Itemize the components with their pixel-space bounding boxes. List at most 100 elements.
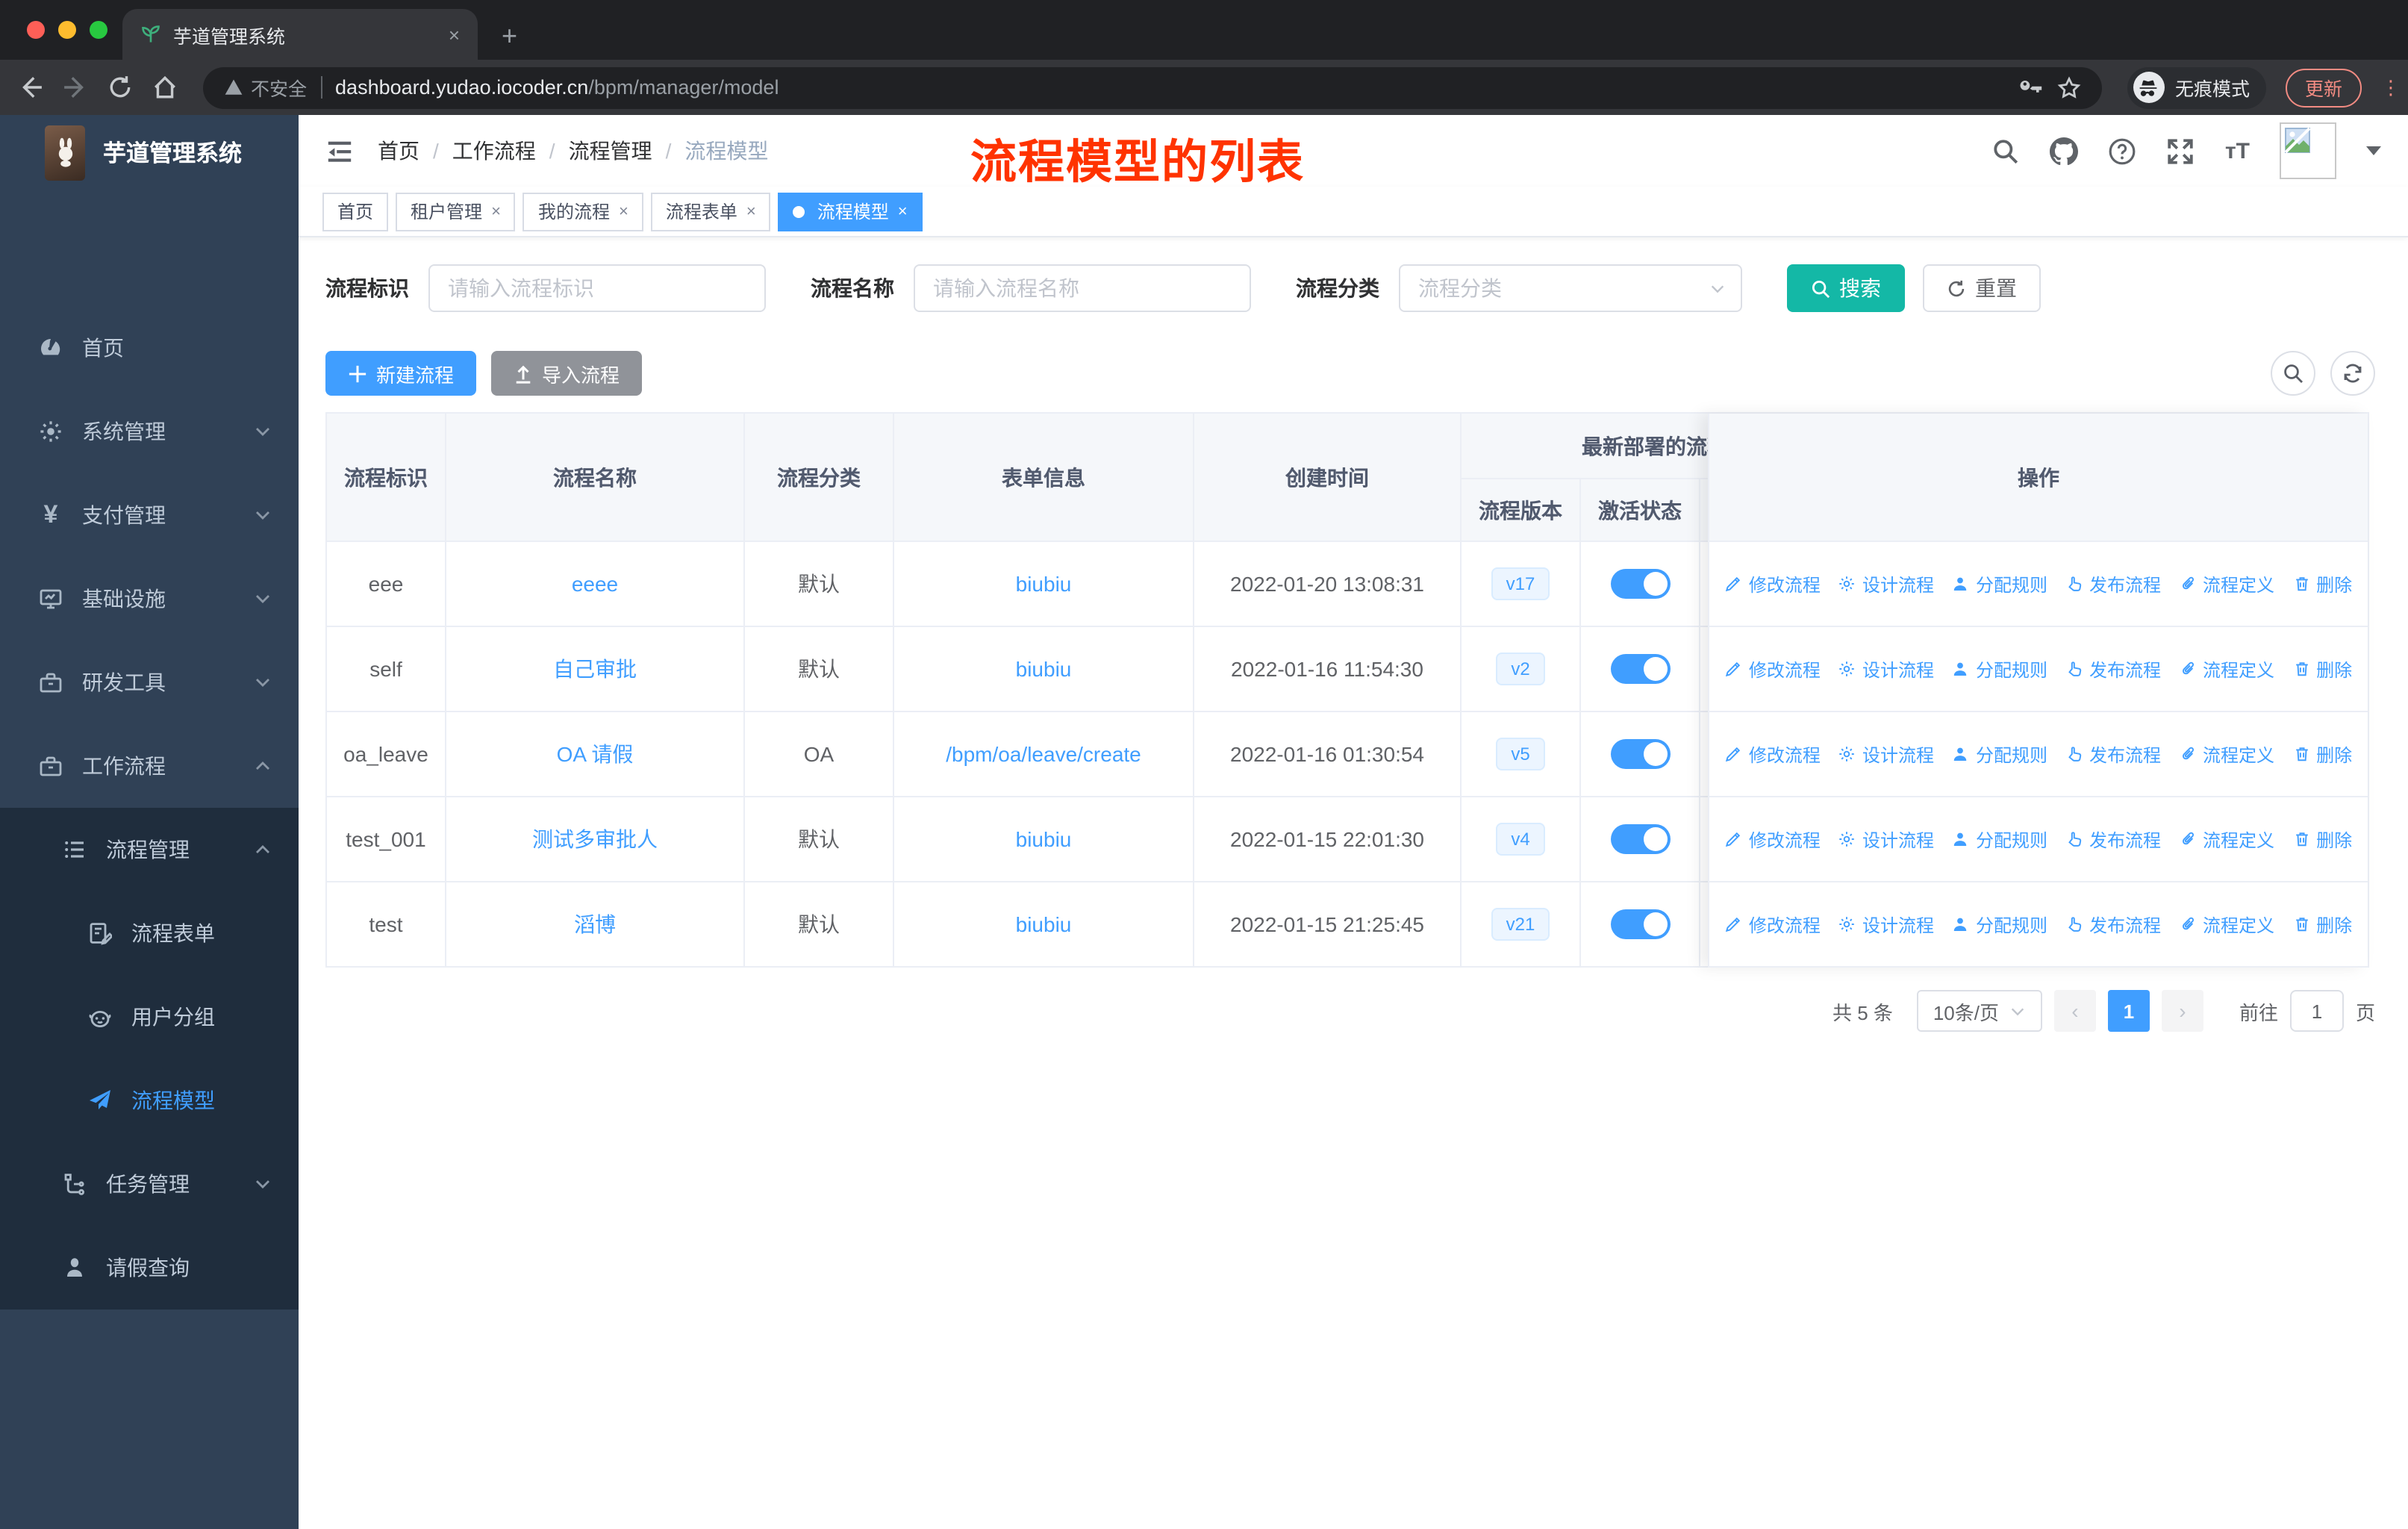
assign-rule-link[interactable]: 分配规则 (1952, 571, 2047, 597)
publish-process-link[interactable]: 发布流程 (2065, 826, 2161, 852)
close-window-button[interactable] (27, 21, 45, 39)
design-process-link[interactable]: 设计流程 (1838, 656, 1934, 682)
tag-process-model[interactable]: 流程模型 × (778, 192, 923, 231)
version-tag[interactable]: v5 (1496, 738, 1545, 770)
design-process-link[interactable]: 设计流程 (1838, 826, 1934, 852)
breadcrumb-home[interactable]: 首页 (378, 136, 419, 166)
edit-process-link[interactable]: 修改流程 (1725, 571, 1821, 597)
process-definition-link[interactable]: 流程定义 (2179, 912, 2274, 937)
design-process-link[interactable]: 设计流程 (1838, 571, 1934, 597)
back-icon[interactable] (18, 75, 43, 100)
maximize-window-button[interactable] (90, 21, 107, 39)
browser-menu-icon[interactable]: ⋮ (2381, 78, 2401, 97)
breadcrumb-process-management[interactable]: 流程管理 (569, 136, 652, 166)
version-tag[interactable]: v21 (1491, 908, 1550, 941)
new-tab-button[interactable]: + (502, 22, 517, 49)
status-toggle[interactable] (1610, 824, 1670, 854)
window-controls[interactable] (27, 21, 107, 39)
delete-link[interactable]: 删除 (2292, 912, 2352, 937)
edit-process-link[interactable]: 修改流程 (1725, 741, 1821, 767)
process-id-input[interactable] (428, 264, 766, 312)
close-icon[interactable]: × (746, 202, 756, 220)
sidebar-item-home[interactable]: 首页 (0, 306, 299, 390)
create-process-button[interactable]: 新建流程 (325, 351, 477, 396)
refresh-table-button[interactable] (2330, 351, 2375, 396)
process-definition-link[interactable]: 流程定义 (2179, 571, 2274, 597)
update-button[interactable]: 更新 (2285, 68, 2362, 107)
search-icon[interactable] (1992, 137, 2021, 165)
publish-process-link[interactable]: 发布流程 (2065, 571, 2161, 597)
breadcrumb-workflow[interactable]: 工作流程 (452, 136, 536, 166)
process-definition-link[interactable]: 流程定义 (2179, 656, 2274, 682)
publish-process-link[interactable]: 发布流程 (2065, 741, 2161, 767)
version-tag[interactable]: v4 (1496, 823, 1545, 856)
status-toggle[interactable] (1610, 909, 1670, 939)
sidebar-item-process-management[interactable]: 流程管理 (0, 808, 299, 891)
search-button[interactable]: 搜索 (1787, 264, 1905, 312)
fullscreen-icon[interactable] (2167, 137, 2195, 165)
tag-my-process[interactable]: 我的流程 × (523, 192, 643, 231)
avatar[interactable] (2280, 122, 2336, 179)
minimize-window-button[interactable] (58, 21, 76, 39)
tag-home[interactable]: 首页 (322, 192, 389, 231)
status-toggle[interactable] (1610, 739, 1670, 769)
edit-process-link[interactable]: 修改流程 (1725, 912, 1821, 937)
reload-icon[interactable] (107, 75, 133, 100)
delete-link[interactable]: 删除 (2292, 656, 2352, 682)
process-name-link[interactable]: OA 请假 (557, 739, 634, 769)
goto-page-input[interactable] (2289, 990, 2344, 1032)
assign-rule-link[interactable]: 分配规则 (1952, 656, 2047, 682)
publish-process-link[interactable]: 发布流程 (2065, 656, 2161, 682)
process-name-input[interactable] (914, 264, 1251, 312)
home-icon[interactable] (152, 75, 178, 100)
security-warning[interactable]: 不安全 (224, 73, 307, 102)
show-search-button[interactable] (2271, 351, 2315, 396)
reset-button[interactable]: 重置 (1923, 264, 2041, 312)
tag-tenant[interactable]: 租户管理 × (396, 192, 516, 231)
sidebar-item-user-group[interactable]: 用户分组 (0, 975, 299, 1059)
font-size-icon[interactable]: тT (2225, 138, 2250, 164)
status-toggle[interactable] (1610, 654, 1670, 684)
key-icon[interactable] (2020, 75, 2044, 99)
page-1-button[interactable]: 1 (2107, 990, 2150, 1032)
delete-link[interactable]: 删除 (2292, 826, 2352, 852)
assign-rule-link[interactable]: 分配规则 (1952, 826, 2047, 852)
close-icon[interactable]: × (491, 202, 501, 220)
sidebar-item-process-model[interactable]: 流程模型 (0, 1059, 299, 1142)
sidebar-item-payment[interactable]: ¥ 支付管理 (0, 473, 299, 557)
sidebar-item-system[interactable]: 系统管理 (0, 390, 299, 473)
process-name-link[interactable]: eeee (572, 572, 618, 596)
delete-link[interactable]: 删除 (2292, 741, 2352, 767)
bookmark-star-icon[interactable] (2057, 75, 2081, 99)
delete-link[interactable]: 删除 (2292, 571, 2352, 597)
form-link[interactable]: biubiu (1016, 827, 1072, 851)
tag-process-form[interactable]: 流程表单 × (650, 192, 771, 231)
avatar-caret-icon[interactable] (2366, 146, 2381, 155)
status-toggle[interactable] (1610, 569, 1670, 599)
process-definition-link[interactable]: 流程定义 (2179, 826, 2274, 852)
version-tag[interactable]: v2 (1496, 653, 1545, 685)
form-link[interactable]: biubiu (1016, 657, 1072, 681)
url-text[interactable]: dashboard.yudao.iocoder.cn/bpm/manager/m… (335, 76, 2006, 99)
prev-page-button[interactable]: ‹ (2053, 990, 2096, 1032)
sidebar-logo[interactable]: 芋道管理系统 (0, 115, 299, 190)
edit-process-link[interactable]: 修改流程 (1725, 826, 1821, 852)
form-link[interactable]: biubiu (1016, 572, 1072, 596)
form-link[interactable]: biubiu (1016, 912, 1072, 936)
import-process-button[interactable]: 导入流程 (491, 351, 643, 396)
process-name-link[interactable]: 自己审批 (553, 654, 637, 684)
sidebar-item-infrastructure[interactable]: 基础设施 (0, 557, 299, 641)
design-process-link[interactable]: 设计流程 (1838, 741, 1934, 767)
version-tag[interactable]: v17 (1491, 567, 1550, 600)
close-icon[interactable]: × (898, 202, 908, 220)
sidebar-item-leave-query[interactable]: 请假查询 (0, 1226, 299, 1310)
sidebar-collapse-icon[interactable] (325, 137, 354, 165)
assign-rule-link[interactable]: 分配规则 (1952, 912, 2047, 937)
category-select[interactable]: 流程分类 (1399, 264, 1742, 312)
browser-tab[interactable]: 芋道管理系统 × (122, 9, 478, 60)
github-icon[interactable] (2050, 137, 2079, 165)
tab-close-icon[interactable]: × (449, 23, 460, 46)
help-icon[interactable] (2109, 137, 2137, 165)
process-name-link[interactable]: 测试多审批人 (532, 824, 658, 854)
page-size-select[interactable]: 10条/页 (1916, 990, 2042, 1032)
